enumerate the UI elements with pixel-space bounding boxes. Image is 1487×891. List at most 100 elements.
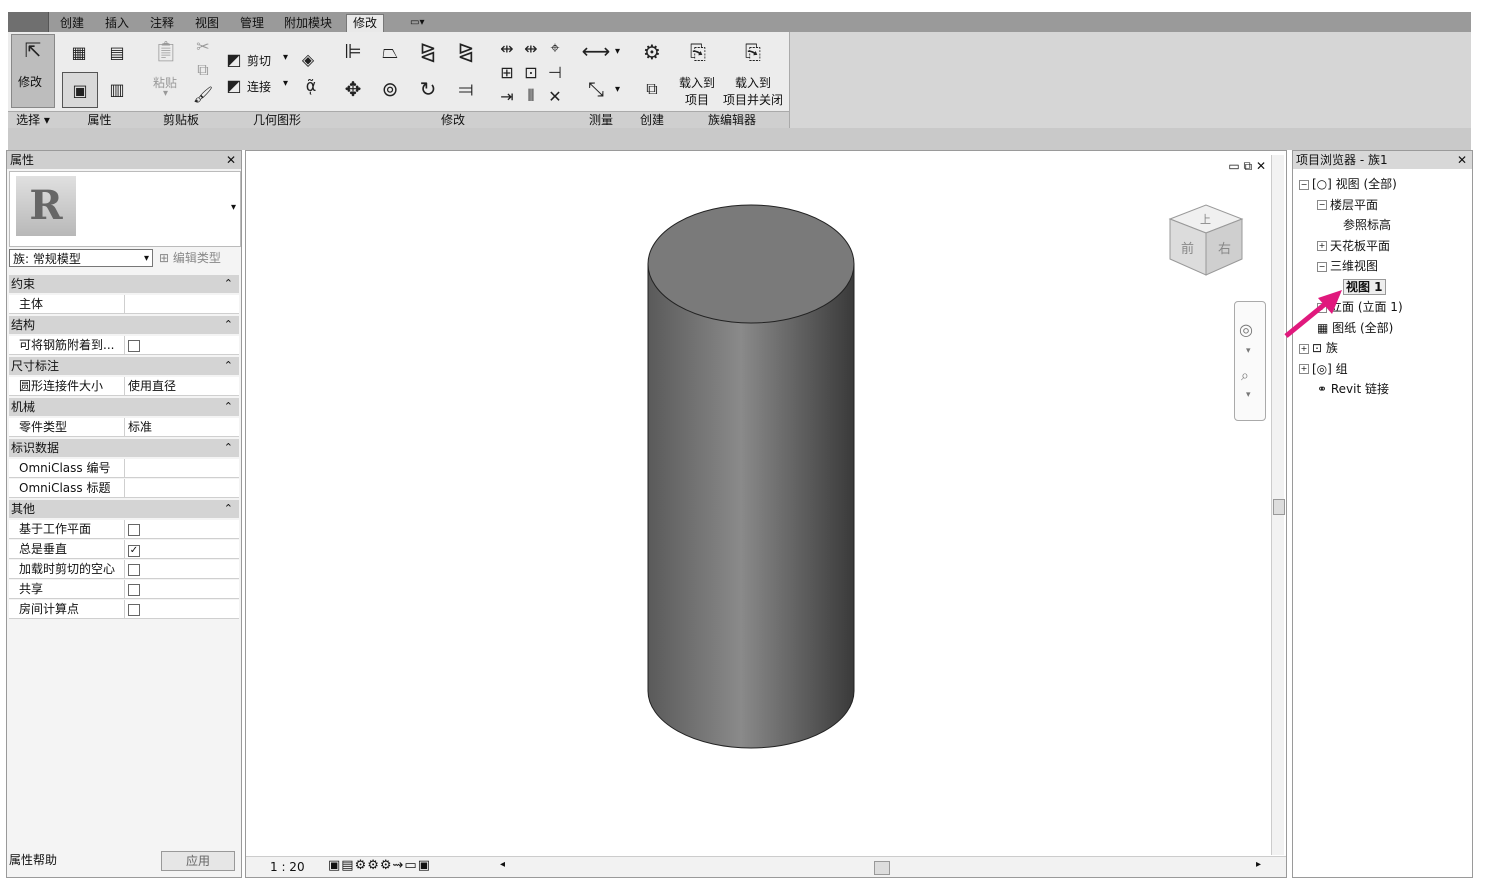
dimension-dropdown-icon[interactable]: ▾ (615, 84, 620, 95)
browser-tree-item[interactable]: + 天花板平面 (1317, 237, 1390, 254)
join-geometry-label[interactable]: 连接 (247, 78, 271, 95)
restore-icon[interactable]: ⧉ (1244, 159, 1253, 173)
tab-create[interactable]: 创建 (60, 15, 84, 31)
tab-manage[interactable]: 管理 (240, 15, 264, 31)
trim-extend-icon[interactable]: ⫤ (451, 74, 481, 104)
copy-element-icon[interactable]: ⊚ (375, 74, 405, 104)
browser-tree-item[interactable]: ⚭ Revit 链接 (1317, 380, 1389, 397)
property-checkbox[interactable] (128, 340, 140, 352)
vertical-scrollbar[interactable] (1271, 155, 1285, 855)
tab-modify[interactable]: 修改 (346, 14, 385, 33)
mirror-draw-axis-icon[interactable]: ⧎ (451, 36, 481, 66)
property-value[interactable]: 标准 (124, 418, 239, 436)
browser-tree-item[interactable]: − 三维视图 (1317, 257, 1378, 274)
aligned-dimension-icon[interactable]: ⤡ (579, 74, 613, 104)
mirror-pick-axis-icon[interactable]: ⧎ (413, 36, 443, 66)
property-value[interactable] (124, 560, 239, 578)
create-similar-icon[interactable]: ⧉ (635, 74, 669, 104)
pin-icon[interactable]: ⌖ (545, 38, 565, 58)
join-dropdown-icon[interactable]: ▾ (283, 78, 288, 89)
unpin-icon[interactable]: ⊣ (545, 62, 565, 82)
collapse-icon[interactable]: − (1317, 200, 1327, 210)
family-category-icon[interactable]: ▦ (62, 36, 96, 68)
measure-distance-icon[interactable]: ⟷ (579, 38, 613, 64)
property-value[interactable] (124, 459, 239, 477)
properties-help-link[interactable]: 属性帮助 (9, 851, 57, 868)
edit-type-button[interactable]: ⊞ 编辑类型 (159, 249, 239, 267)
steering-wheel-icon[interactable]: ◎ (1239, 320, 1253, 339)
tab-view[interactable]: 视图 (195, 15, 219, 31)
paint-icon[interactable]: ◈ (299, 50, 317, 69)
collapse-chevron-icon[interactable]: ⌃ (224, 316, 233, 334)
create-group-icon[interactable]: ⚙ (635, 36, 669, 68)
property-checkbox[interactable] (128, 604, 140, 616)
vertical-scroll-thumb[interactable] (1273, 499, 1285, 515)
offset-icon[interactable]: ⏢ (375, 36, 405, 66)
property-checkbox[interactable] (128, 584, 140, 596)
property-value[interactable]: ✓ (124, 540, 239, 558)
type-preview[interactable]: R ▾ (9, 171, 241, 247)
dropdown-arrow-icon[interactable]: ▭▾ (410, 15, 424, 31)
tab-annotate[interactable]: 注释 (150, 15, 174, 31)
expand-icon[interactable]: + (1299, 364, 1309, 374)
match-properties-icon[interactable]: 🖌︎ (193, 84, 213, 104)
cut-icon[interactable]: ✂ (193, 36, 213, 56)
view-control-icons[interactable]: ▣▤⚙⚙⚙⇝▭▣ (328, 858, 431, 873)
property-group-header[interactable]: 尺寸标注 ⌃ (9, 357, 239, 375)
measure-dropdown-icon[interactable]: ▾ (615, 46, 620, 57)
split-element-icon[interactable]: ⇹ (497, 38, 517, 58)
cut-geometry-icon[interactable]: ◩ (225, 50, 243, 69)
rotate-icon[interactable]: ↻ (413, 74, 443, 104)
property-checkbox[interactable]: ✓ (128, 545, 140, 557)
browser-tree-item[interactable]: + [◎] 组 (1299, 360, 1348, 377)
expand-icon[interactable]: + (1299, 343, 1309, 354)
modify-button[interactable]: ⇱ 修改 (11, 34, 55, 108)
property-value[interactable] (124, 600, 239, 618)
scale-icon[interactable]: ⊡ (521, 62, 541, 82)
view-scale[interactable]: 1 : 20 (270, 860, 305, 874)
collapse-chevron-icon[interactable]: ⌃ (224, 275, 233, 293)
property-checkbox[interactable] (128, 564, 140, 576)
close-icon[interactable]: ✕ (226, 151, 236, 169)
property-value[interactable] (124, 295, 239, 313)
apply-button[interactable]: 应用 (161, 851, 235, 871)
collapse-chevron-icon[interactable]: ⌃ (224, 439, 233, 457)
property-value[interactable]: 使用直径 (124, 377, 239, 395)
property-value[interactable] (124, 520, 239, 538)
collapse-chevron-icon[interactable]: ⌃ (224, 398, 233, 416)
zoom-dropdown-icon[interactable]: ▾ (1246, 390, 1251, 400)
split-face-icon[interactable]: ᾷ (299, 76, 323, 95)
copy-icon[interactable]: ⧉ (193, 60, 213, 80)
browser-tree-item[interactable]: 参照标高 (1343, 216, 1391, 233)
trim-single-icon[interactable]: ⫴ (521, 86, 541, 106)
align-icon[interactable]: ⊫ (339, 36, 367, 66)
tab-addins[interactable]: 附加模块 (284, 15, 332, 31)
cylinder-model[interactable] (646, 201, 858, 751)
split-gap-icon[interactable]: ⇹ (521, 38, 541, 58)
close-view-icon[interactable]: ✕ (1256, 159, 1266, 173)
browser-tree-item[interactable]: − 楼层平面 (1317, 196, 1378, 213)
view-cube[interactable]: 上 前 右 (1166, 199, 1248, 285)
zoom-icon[interactable]: ⌕ (1241, 368, 1249, 384)
browser-tree-item[interactable]: − [○] 视图 (全部) (1299, 175, 1397, 192)
array-icon[interactable]: ⊞ (497, 62, 517, 82)
type-properties-icon[interactable]: ▥ (100, 72, 134, 106)
move-icon[interactable]: ✥ (339, 74, 367, 104)
property-group-header[interactable]: 机械 ⌃ (9, 398, 239, 416)
close-browser-icon[interactable]: ✕ (1457, 151, 1467, 169)
scroll-left-icon[interactable]: ◂ (500, 859, 505, 870)
property-value[interactable] (124, 580, 239, 598)
horizontal-scroll-thumb[interactable] (874, 861, 890, 875)
property-value[interactable] (124, 479, 239, 497)
wheel-dropdown-icon[interactable]: ▾ (1246, 346, 1251, 356)
cut-dropdown-icon[interactable]: ▾ (283, 52, 288, 63)
collapse-icon[interactable]: − (1317, 261, 1327, 272)
join-geometry-icon[interactable]: ◩ (225, 76, 243, 95)
collapse-chevron-icon[interactable]: ⌃ (224, 357, 233, 375)
property-group-header[interactable]: 结构 ⌃ (9, 316, 239, 334)
cut-geometry-label[interactable]: 剪切 (247, 52, 271, 69)
select-panel-title[interactable]: 选择 ▾ (8, 111, 58, 128)
load-into-project-button[interactable]: ⎘ 载入到 项目 (677, 34, 721, 108)
type-selector[interactable]: 族: 常规模型 ▾ (9, 249, 153, 267)
trim-multiple-icon[interactable]: ⇥ (497, 86, 517, 106)
